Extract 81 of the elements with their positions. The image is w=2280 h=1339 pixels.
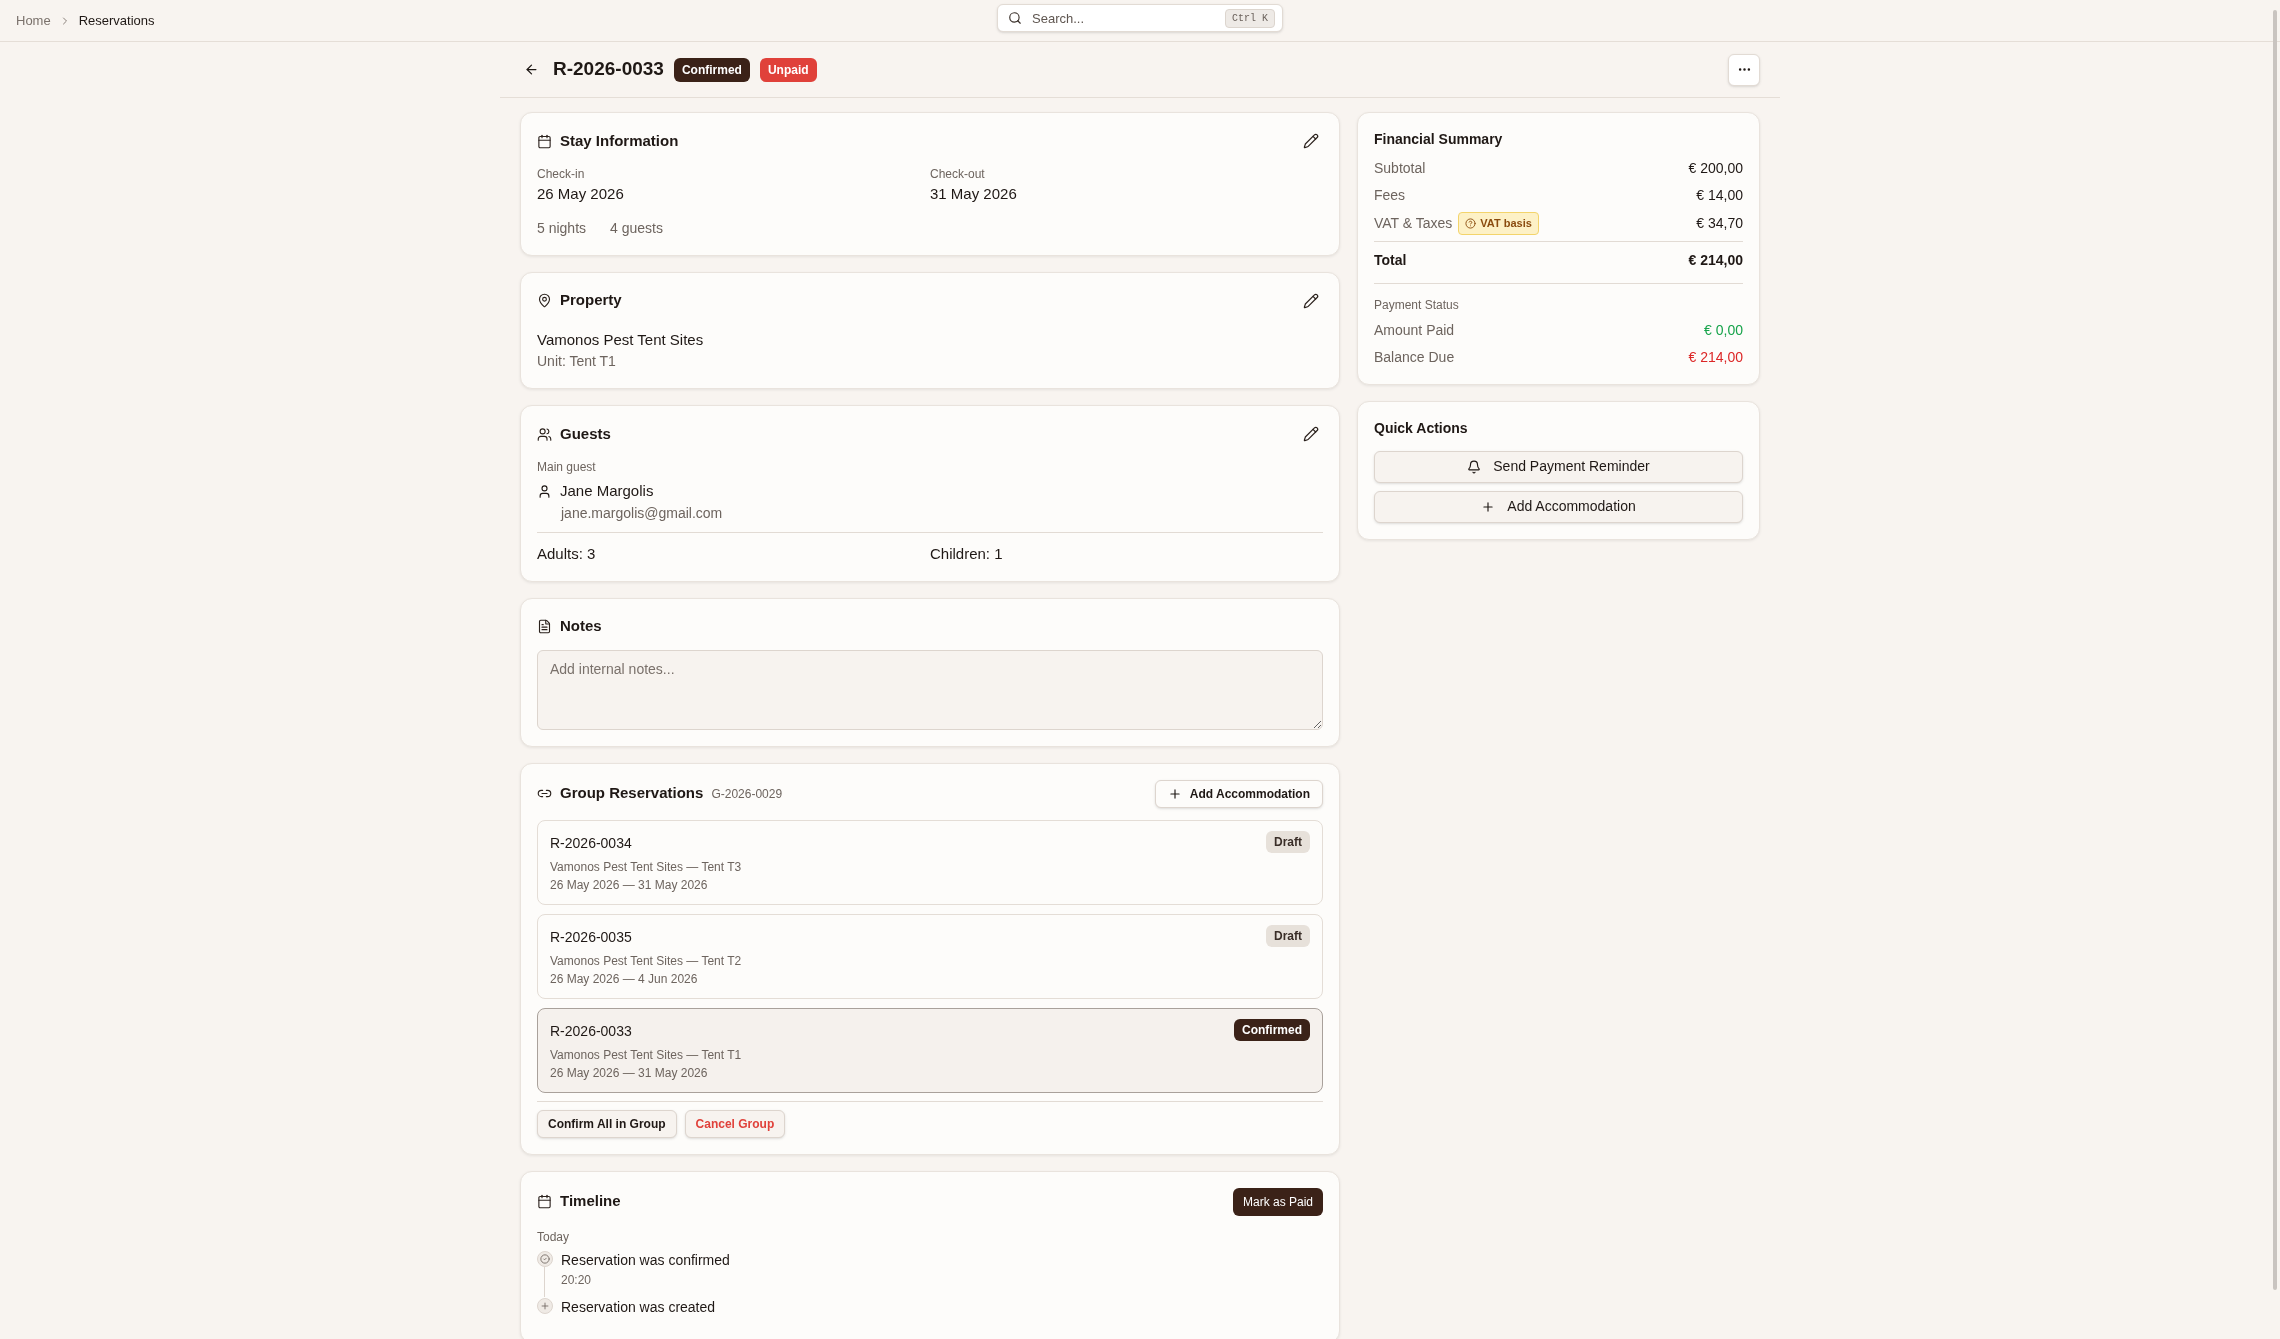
vat-basis-badge: VAT basis (1458, 212, 1539, 235)
total-label: Total (1374, 250, 1407, 270)
status-badge: Draft (1266, 924, 1310, 947)
group-action-button[interactable]: Cancel Group (684, 1109, 786, 1138)
status-badge: Confirmed (1234, 1018, 1310, 1041)
field-label: Payment Status (1374, 296, 1460, 314)
user-icon (537, 483, 552, 499)
quick-action-button[interactable]: Send Payment Reminder (1374, 450, 1743, 483)
mark-paid-button[interactable]: Mark as Paid (1232, 1187, 1323, 1216)
reservation-item[interactable]: R-2026-0035 Vamonos Pest Tent Sites — Tent T2 26 May 2026 — 4 Jun 2026 Draft (537, 913, 1323, 999)
reservation-id: R-2026-0033 (550, 1021, 633, 1041)
breadcrumb-link[interactable]: Reservations (78, 10, 155, 31)
total-value: € 214,00 (1688, 250, 1743, 270)
plus-icon (1167, 786, 1182, 801)
pencil-icon (1303, 426, 1319, 442)
unit-text: Unit: Tent T1 (537, 352, 617, 371)
summary-label: VAT & Taxes (1374, 213, 1453, 233)
event-text: Reservation was created (561, 1297, 716, 1317)
pencil-icon (1303, 292, 1319, 309)
map-pin-icon (537, 293, 552, 308)
guest-email: jane.margolis@gmail.com (561, 503, 724, 523)
reservation-id: R-2026-0034 (550, 833, 633, 853)
quick-action-button[interactable]: Add Accommodation (1374, 490, 1743, 523)
status-badge: Unpaid (759, 57, 817, 82)
payment-label: Amount Paid (1374, 320, 1455, 340)
group-action-button[interactable]: Confirm All in Group (537, 1109, 677, 1138)
document-icon (537, 618, 552, 634)
breadcrumb-link[interactable]: Home (16, 10, 51, 31)
property-name: Vamonos Pest Tent Sites (537, 329, 705, 350)
summary-label: Subtotal (1374, 159, 1426, 178)
card-title: Timeline (560, 1191, 621, 1212)
card-title: Group Reservations (560, 783, 704, 804)
event-time: 20:20 (561, 1271, 593, 1289)
summary-value: € 34,70 (1696, 213, 1743, 233)
shortcut-key: Ctrl K (1225, 9, 1275, 28)
field-label: Main guest (537, 459, 597, 476)
payment-value: € 214,00 (1688, 347, 1743, 367)
page-title: R-2026-0033 (553, 57, 664, 82)
reservation-dates: 26 May 2026 — 4 Jun 2026 (550, 970, 699, 988)
group-code: G-2026-0029 (711, 785, 783, 803)
calendar-icon (537, 1194, 552, 1209)
notes-field[interactable]: Add internal notes... (537, 649, 1323, 730)
children-count: Children: 1 (930, 543, 1004, 564)
card-title: Notes (560, 616, 602, 636)
guests-count: 4 guests (610, 218, 663, 238)
reservation-property: Vamonos Pest Tent Sites — Tent T2 (550, 952, 742, 970)
bell-icon (1467, 459, 1482, 474)
card-title: Guests (560, 423, 611, 444)
card-title: Stay Information (560, 130, 679, 151)
adults-count: Adults: 3 (537, 543, 597, 564)
reservation-dates: 26 May 2026 — 31 May 2026 (550, 876, 709, 894)
reservation-property: Vamonos Pest Tent Sites — Tent T3 (550, 858, 742, 876)
plus-icon (1481, 499, 1496, 514)
status-badge: Draft (1266, 830, 1310, 853)
reservation-property: Vamonos Pest Tent Sites — Tent T1 (550, 1046, 742, 1064)
pencil-icon (1303, 133, 1319, 149)
reservation-dates: 26 May 2026 — 31 May 2026 (550, 1064, 709, 1082)
field-value: 31 May 2026 (930, 184, 1018, 204)
add-accommodation-button[interactable]: Add Accommodation (1154, 779, 1323, 808)
status-badge: Confirmed (673, 57, 750, 82)
summary-label: Fees (1374, 186, 1406, 205)
card-title: Property (560, 290, 622, 311)
payment-value: € 0,00 (1704, 320, 1743, 340)
reservation-item[interactable]: R-2026-0033 Vamonos Pest Tent Sites — Tent T1 26 May 2026 — 31 May 2026 Confirmed (537, 1007, 1323, 1093)
summary-value: € 14,00 (1696, 186, 1743, 205)
calendar-icon (537, 133, 552, 149)
users-icon (537, 426, 552, 442)
event-text: Reservation was confirmed (561, 1250, 730, 1270)
guest-name: Jane Margolis (560, 481, 654, 501)
reservation-item[interactable]: R-2026-0034 Vamonos Pest Tent Sites — Tent T3 26 May 2026 — 31 May 2026 Draft (537, 819, 1323, 905)
nights-count: 5 nights (537, 218, 587, 238)
search-icon (1008, 11, 1022, 25)
card-title: Quick Actions (1374, 418, 1469, 438)
field-label: Check-in (537, 166, 586, 183)
field-label: Check-out (930, 166, 986, 183)
card-title: Financial Summary (1374, 130, 1504, 149)
field-value: 26 May 2026 (537, 184, 625, 204)
payment-label: Balance Due (1374, 347, 1455, 367)
day-label: Today (537, 1228, 571, 1246)
reservation-id: R-2026-0035 (550, 927, 633, 947)
summary-value: € 200,00 (1688, 159, 1743, 178)
